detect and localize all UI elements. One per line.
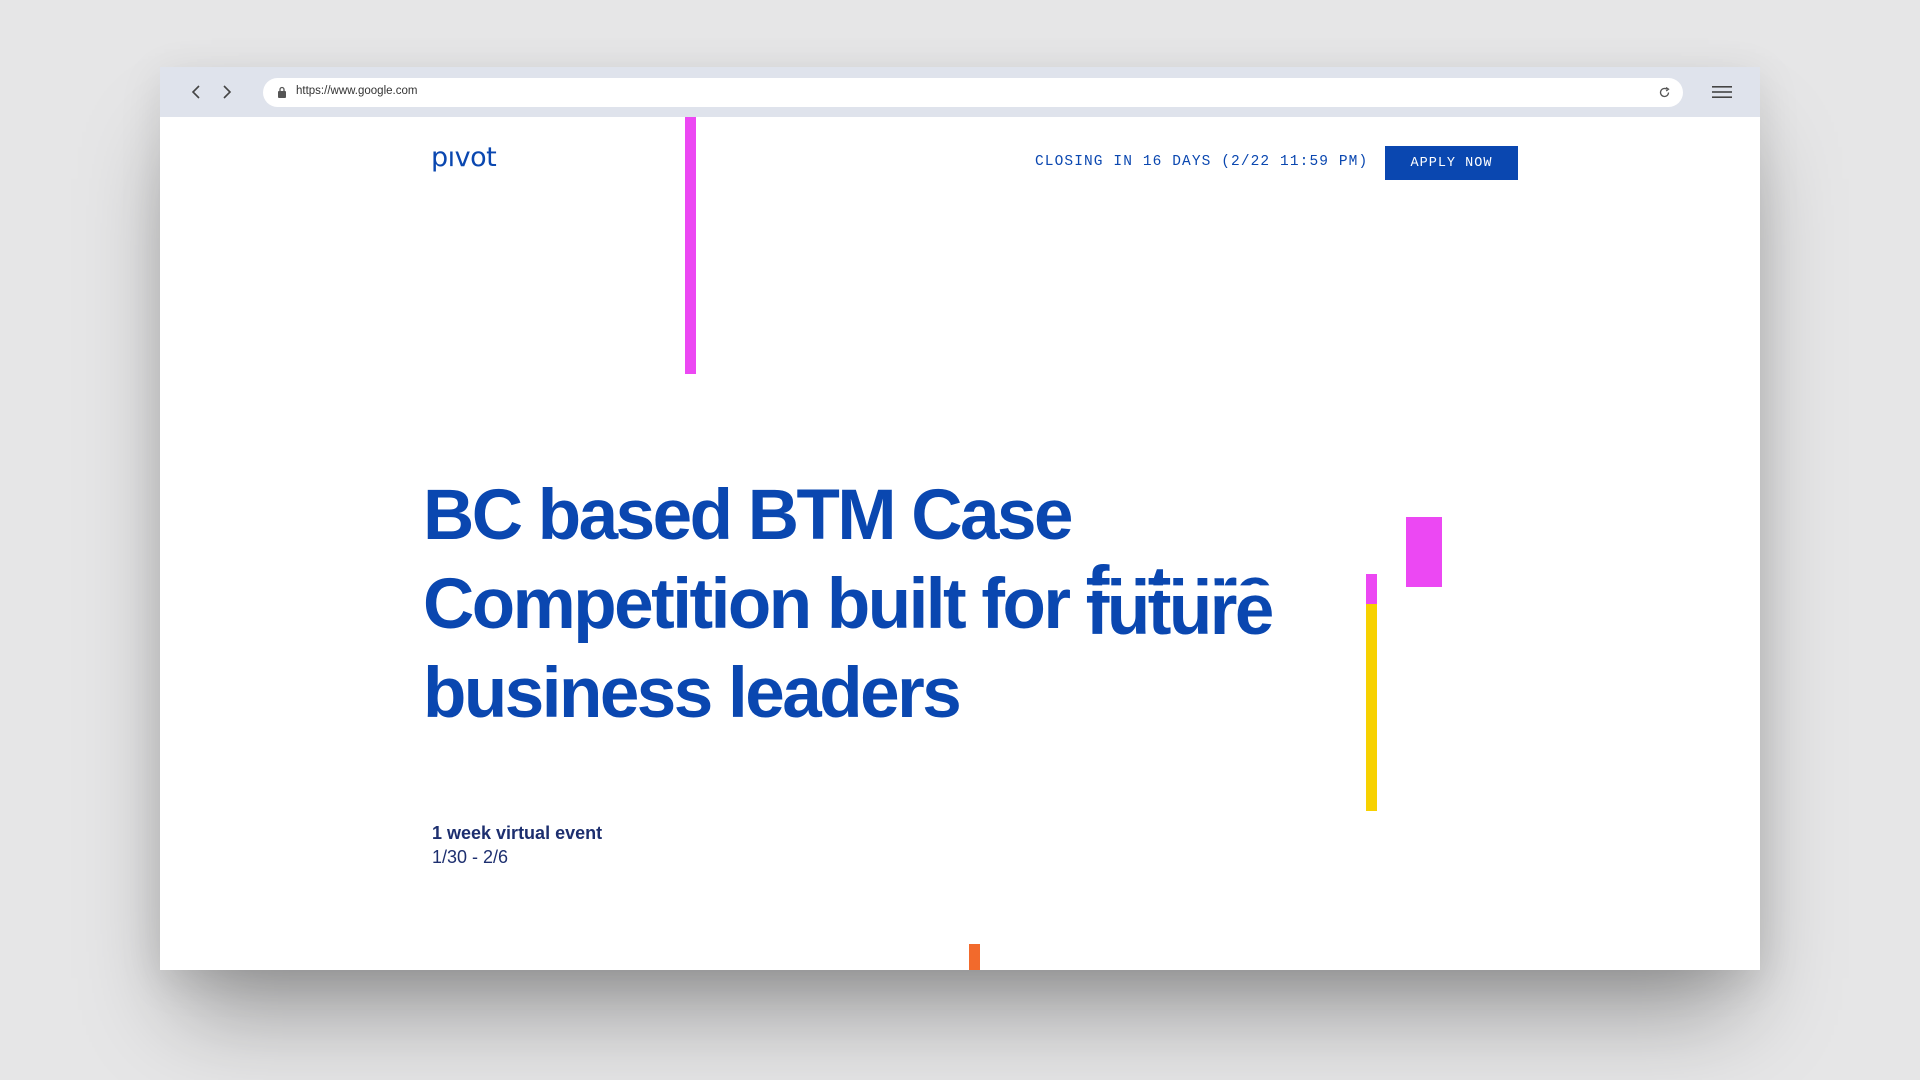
headline-animated-word: future future bbox=[1086, 553, 1272, 650]
pivot-logo[interactable]: pıvot bbox=[431, 142, 497, 173]
orange-bottom-bar bbox=[969, 944, 980, 970]
magenta-short-bar bbox=[1366, 574, 1377, 604]
address-bar[interactable]: https://www.google.com bbox=[263, 78, 1683, 107]
url-text[interactable]: https://www.google.com bbox=[296, 85, 417, 97]
hero-headline: BC based BTM Case Competition built for … bbox=[423, 471, 1323, 738]
closing-countdown: CLOSING IN 16 DAYS (2/22 11:59 PM) bbox=[1035, 154, 1369, 170]
headline-line-1: BC based BTM Case bbox=[423, 476, 1073, 555]
magenta-square-block bbox=[1406, 517, 1442, 587]
headline-line-2-prefix: Competition built for bbox=[423, 565, 1086, 644]
browser-window: https://www.google.com pıvot CLOSING IN … bbox=[160, 67, 1760, 970]
chevron-right-icon[interactable] bbox=[216, 81, 238, 103]
chevron-left-icon[interactable] bbox=[185, 81, 207, 103]
browser-toolbar: https://www.google.com bbox=[160, 67, 1760, 117]
lock-icon bbox=[278, 86, 286, 98]
apply-now-button[interactable]: APPLY NOW bbox=[1385, 146, 1518, 180]
headline-line-3: business leaders bbox=[423, 654, 962, 733]
event-duration: 1 week virtual event bbox=[432, 823, 603, 843]
event-dates: 1/30 - 2/6 bbox=[432, 847, 509, 867]
magenta-vertical-bar bbox=[685, 117, 696, 374]
yellow-vertical-bar bbox=[1366, 604, 1377, 811]
reload-icon[interactable] bbox=[1658, 86, 1671, 99]
landing-page: pıvot CLOSING IN 16 DAYS (2/22 11:59 PM)… bbox=[160, 117, 1760, 970]
hamburger-menu-icon[interactable] bbox=[1712, 84, 1732, 100]
